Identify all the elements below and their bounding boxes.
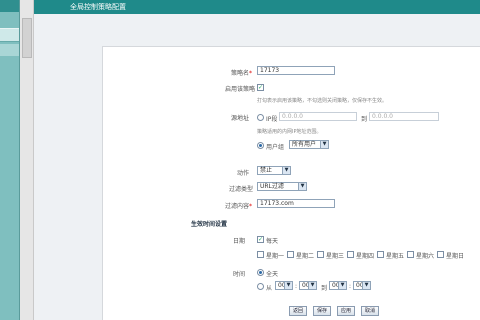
ip-to-label: 到 bbox=[361, 116, 368, 123]
time-label: 时间 bbox=[233, 271, 246, 278]
from-hour-select[interactable]: 00 ▼ bbox=[275, 281, 293, 290]
sidebar-scrollbar[interactable] bbox=[20, 0, 34, 320]
weekday-label: 星期三 bbox=[326, 253, 345, 260]
ip-to-input[interactable]: 0.0.0.0 bbox=[369, 112, 439, 121]
chevron-down-icon: ▼ bbox=[320, 141, 328, 148]
save-button[interactable]: 保存 bbox=[313, 306, 331, 316]
policy-name-label: 策略名* bbox=[231, 70, 253, 77]
everyday-checkbox[interactable]: ✓ bbox=[257, 236, 264, 243]
weekday-label: 星期四 bbox=[356, 253, 375, 260]
weekday-checkbox[interactable] bbox=[407, 251, 414, 258]
weekday-checkbox[interactable] bbox=[287, 251, 294, 258]
filter-content-label: 过滤内容* bbox=[225, 203, 253, 210]
all-day-radio[interactable] bbox=[257, 269, 264, 276]
form-panel: 策略名* 17173 启用该策略 ✓ 打勾表示启用该策略，不勾选则关闭策略，仅保… bbox=[102, 46, 480, 320]
cancel-button[interactable]: 取消 bbox=[361, 306, 379, 316]
weekday-checkbox[interactable] bbox=[377, 251, 384, 258]
enable-checkbox[interactable]: ✓ bbox=[257, 84, 264, 91]
sidebar bbox=[0, 0, 20, 320]
user-group-radio[interactable] bbox=[257, 142, 264, 149]
filter-content-input[interactable]: 17173.com bbox=[257, 199, 335, 208]
to-minute-select[interactable]: 00 ▼ bbox=[353, 281, 371, 290]
to-hour-select[interactable]: 00 ▼ bbox=[329, 281, 347, 290]
from-minute-select[interactable]: 00 ▼ bbox=[299, 281, 317, 290]
scrollbar-thumb[interactable] bbox=[22, 18, 32, 58]
back-button[interactable]: 返回 bbox=[289, 306, 307, 316]
weekday-label: 星期一 bbox=[266, 253, 285, 260]
filter-type-select[interactable]: URL过滤 ▼ bbox=[257, 182, 307, 191]
time-range-radio[interactable] bbox=[257, 283, 264, 290]
action-select[interactable]: 禁止 ▼ bbox=[257, 166, 291, 175]
chevron-down-icon: ▼ bbox=[298, 183, 306, 190]
weekday-checkbox[interactable] bbox=[257, 251, 264, 258]
sidebar-item[interactable] bbox=[0, 44, 19, 56]
policy-name-input[interactable]: 17173 bbox=[257, 66, 335, 75]
page-title: 全局控制策略配置 bbox=[70, 3, 126, 11]
enable-label: 启用该策略 bbox=[225, 86, 256, 93]
time-to-label: 到 bbox=[321, 285, 328, 292]
weekday-label: 星期日 bbox=[446, 253, 465, 260]
everyday-label: 每天 bbox=[266, 238, 279, 245]
chevron-down-icon: ▼ bbox=[362, 282, 370, 289]
weekday-label: 星期二 bbox=[296, 253, 315, 260]
chevron-down-icon: ▼ bbox=[284, 282, 292, 289]
sidebar-item[interactable] bbox=[0, 28, 19, 42]
ip-range-radio[interactable] bbox=[257, 114, 264, 121]
colon: : bbox=[349, 283, 352, 290]
scope-label: 源地址 bbox=[231, 115, 250, 122]
all-day-label: 全天 bbox=[266, 271, 279, 278]
user-group-select[interactable]: 所有用户 ▼ bbox=[289, 140, 329, 149]
schedule-section-title: 生效时间设置 bbox=[191, 221, 228, 228]
apply-button[interactable]: 应用 bbox=[337, 306, 355, 316]
weekday-checkbox[interactable] bbox=[347, 251, 354, 258]
ip-range-label: IP段 bbox=[266, 116, 278, 123]
ip-from-input[interactable]: 0.0.0.0 bbox=[279, 112, 357, 121]
user-group-label: 用户组 bbox=[266, 144, 285, 151]
scope-hint: 策略适用的内网IP地址范围。 bbox=[257, 129, 322, 135]
weekday-label: 星期五 bbox=[386, 253, 405, 260]
date-label: 日期 bbox=[233, 238, 246, 245]
enable-hint: 打勾表示启用该策略，不勾选则关闭策略，仅保存不生效。 bbox=[257, 98, 388, 104]
chevron-down-icon: ▼ bbox=[282, 167, 290, 174]
action-label: 动作 bbox=[237, 170, 250, 177]
weekday-checkbox[interactable] bbox=[437, 251, 444, 258]
chevron-down-icon: ▼ bbox=[338, 282, 346, 289]
weekday-label: 星期六 bbox=[416, 253, 435, 260]
content-area: 策略名* 17173 启用该策略 ✓ 打勾表示启用该策略，不勾选则关闭策略，仅保… bbox=[34, 14, 480, 320]
weekday-checkbox[interactable] bbox=[317, 251, 324, 258]
filter-type-label: 过滤类型 bbox=[229, 186, 254, 193]
time-from-label: 从 bbox=[266, 285, 273, 292]
chevron-down-icon: ▼ bbox=[308, 282, 316, 289]
colon: : bbox=[295, 283, 298, 290]
header-bar: 全局控制策略配置 bbox=[34, 0, 480, 14]
sidebar-header bbox=[0, 0, 19, 12]
